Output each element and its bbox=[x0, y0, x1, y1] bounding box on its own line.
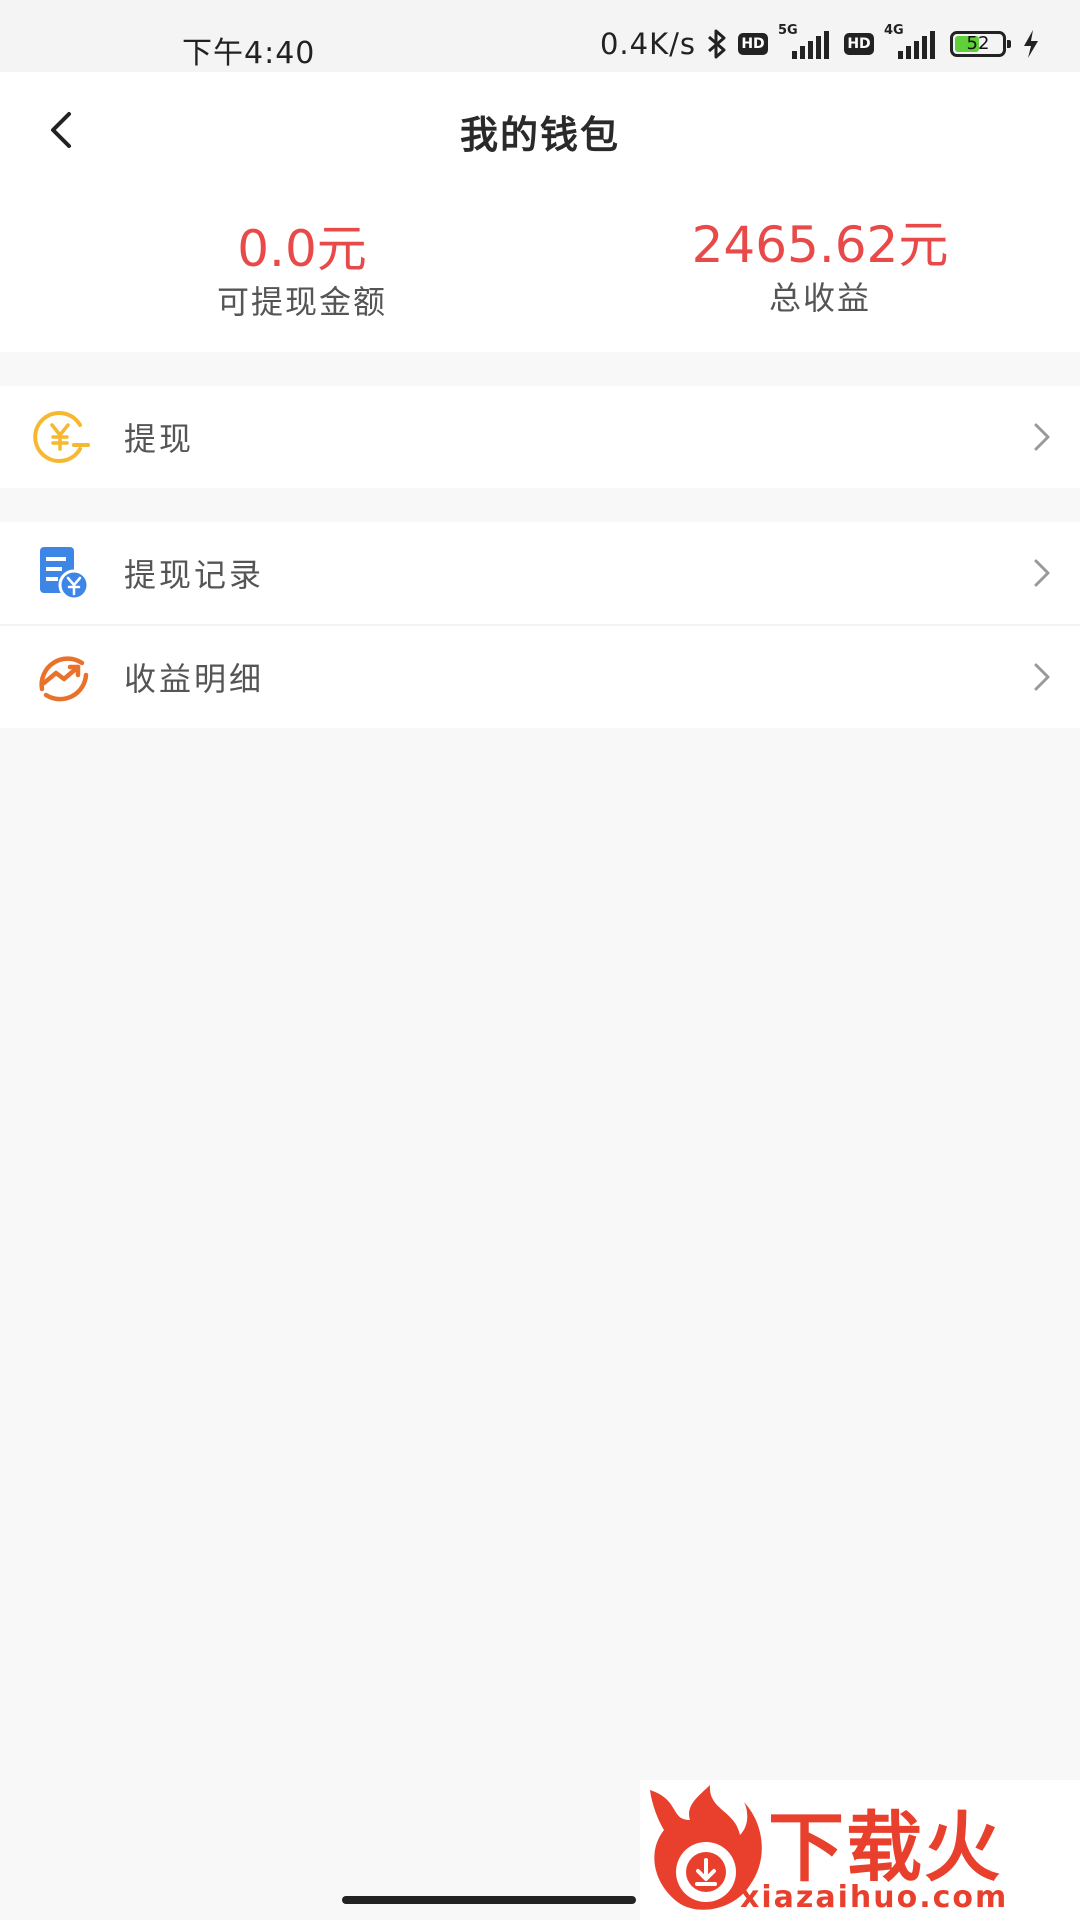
hd-icon-2: HD bbox=[844, 33, 874, 55]
chevron-right-icon bbox=[1034, 423, 1050, 451]
document-yuan-icon bbox=[40, 547, 90, 601]
signal-4g-label: 4G bbox=[884, 23, 904, 38]
menu-label-withdraw: 提现 bbox=[124, 420, 195, 458]
charging-icon bbox=[1024, 30, 1038, 58]
total-income-amount: 2465.62元 bbox=[691, 216, 949, 274]
hd-icon: HD bbox=[738, 33, 768, 55]
total-income-label: 总收益 bbox=[768, 279, 871, 317]
page-title: 我的钱包 bbox=[459, 113, 620, 157]
network-speed: 0.4K/s bbox=[599, 27, 696, 61]
withdrawable-label: 可提现金额 bbox=[216, 283, 387, 321]
nav-bar: 我的钱包 bbox=[0, 72, 1080, 188]
yuan-coin-icon bbox=[33, 411, 90, 463]
withdrawable-amount: 0.0元 bbox=[237, 220, 367, 278]
bluetooth-icon bbox=[708, 29, 726, 59]
watermark-url: xiazaihuo.com bbox=[740, 1880, 1009, 1915]
battery-icon: 52 bbox=[950, 31, 1011, 57]
signal-5g-icon: 5G bbox=[778, 23, 834, 61]
withdrawable-block: 0.0元 可提现金额 bbox=[102, 218, 502, 324]
menu-item-withdraw-records[interactable]: 提现记录 bbox=[0, 522, 1080, 624]
trend-up-icon bbox=[39, 656, 89, 702]
menu-label-withdraw-records: 提现记录 bbox=[124, 556, 265, 594]
battery-level: 52 bbox=[966, 33, 990, 54]
watermark-logo: 下载火 xiazaihuo.com bbox=[640, 1780, 1080, 1920]
total-income-block: 2465.62元 总收益 bbox=[620, 214, 1020, 320]
wallet-summary: 0.0元 可提现金额 2465.62元 总收益 bbox=[0, 188, 1080, 352]
home-indicator[interactable] bbox=[342, 1896, 636, 1904]
status-bar: 下午4:40 0.4K/s HD 5G HD 4G 52 bbox=[0, 0, 1080, 72]
chevron-right-icon bbox=[1034, 559, 1050, 587]
chevron-right-icon bbox=[1034, 663, 1050, 691]
menu-item-withdraw[interactable]: 提现 bbox=[0, 386, 1080, 488]
signal-4g-icon: 4G bbox=[884, 23, 940, 61]
signal-5g-label: 5G bbox=[778, 23, 798, 38]
menu-label-income-details: 收益明细 bbox=[124, 660, 265, 698]
status-time: 下午4:40 bbox=[182, 36, 316, 71]
status-icons: 0.4K/s HD 5G HD 4G 52 bbox=[599, 23, 1040, 64]
menu-item-income-details[interactable]: 收益明细 bbox=[0, 626, 1080, 728]
